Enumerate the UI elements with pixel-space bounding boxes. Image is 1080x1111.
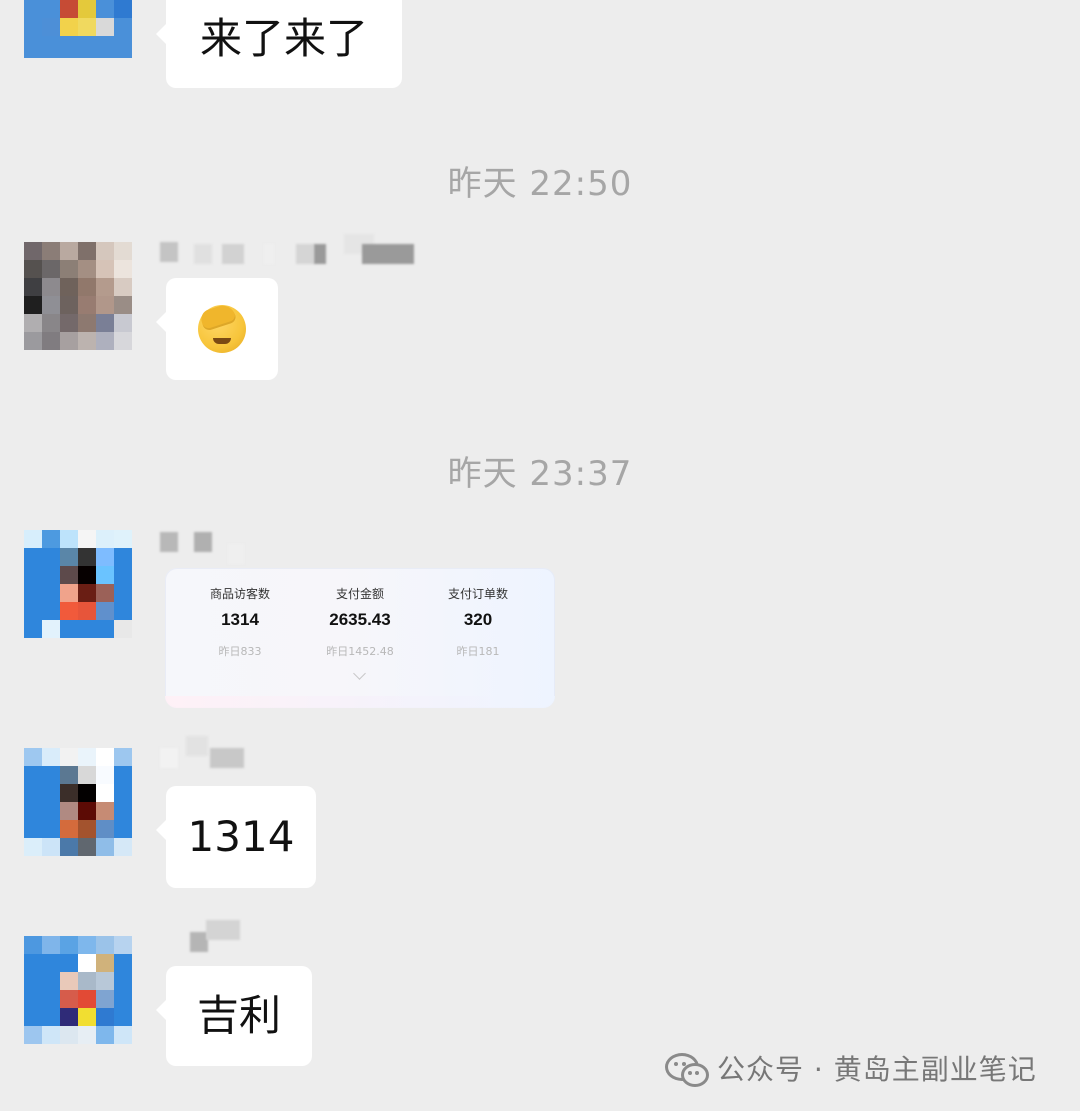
message-bubble[interactable]: 1314 <box>156 786 316 888</box>
watermark-text: 公众号 · 黄岛主副业笔记 <box>717 1053 1037 1086</box>
avatar[interactable] <box>24 0 132 58</box>
nickname <box>160 234 420 266</box>
chat-view: 来了来了 昨天 22:50 昨天 23:37 商品访客数 1314 昨日833 … <box>0 0 1080 1111</box>
message-text: 吉利 <box>196 991 281 1040</box>
metric-label: 支付金额 <box>335 587 384 601</box>
metric-label: 支付订单数 <box>447 587 508 601</box>
chevron-down-icon[interactable] <box>353 667 366 680</box>
metric-value: 1314 <box>221 610 259 629</box>
metric-value: 320 <box>463 610 493 629</box>
facepalm-emoji-icon <box>198 302 246 353</box>
message-text: 来了来了 <box>199 14 368 63</box>
avatar[interactable] <box>24 748 132 856</box>
metric-yesterday: 昨日833 <box>218 645 262 658</box>
avatar[interactable] <box>24 242 132 350</box>
avatar[interactable] <box>24 936 132 1044</box>
nickname <box>160 530 260 564</box>
timestamp: 昨天 22:50 <box>447 164 633 204</box>
emoji-bubble[interactable] <box>156 278 278 380</box>
metric-value: 2635.43 <box>329 610 391 629</box>
stats-card[interactable]: 商品访客数 1314 昨日833 支付金额 2635.43 昨日1452.48 … <box>165 568 555 708</box>
message-text: 1314 <box>187 812 295 861</box>
metric-yesterday: 昨日1452.48 <box>326 645 394 658</box>
message-bubble[interactable]: 来了来了 <box>156 0 402 88</box>
nickname <box>190 918 250 952</box>
message-bubble[interactable]: 吉利 <box>156 966 312 1066</box>
metric-label: 商品访客数 <box>209 587 270 601</box>
timestamp: 昨天 23:37 <box>447 454 633 494</box>
metric-yesterday: 昨日181 <box>456 645 500 658</box>
wechat-icon <box>665 1053 709 1087</box>
avatar[interactable] <box>24 530 132 638</box>
watermark: 公众号 · 黄岛主副业笔记 <box>665 1043 1037 1093</box>
nickname <box>160 736 280 768</box>
